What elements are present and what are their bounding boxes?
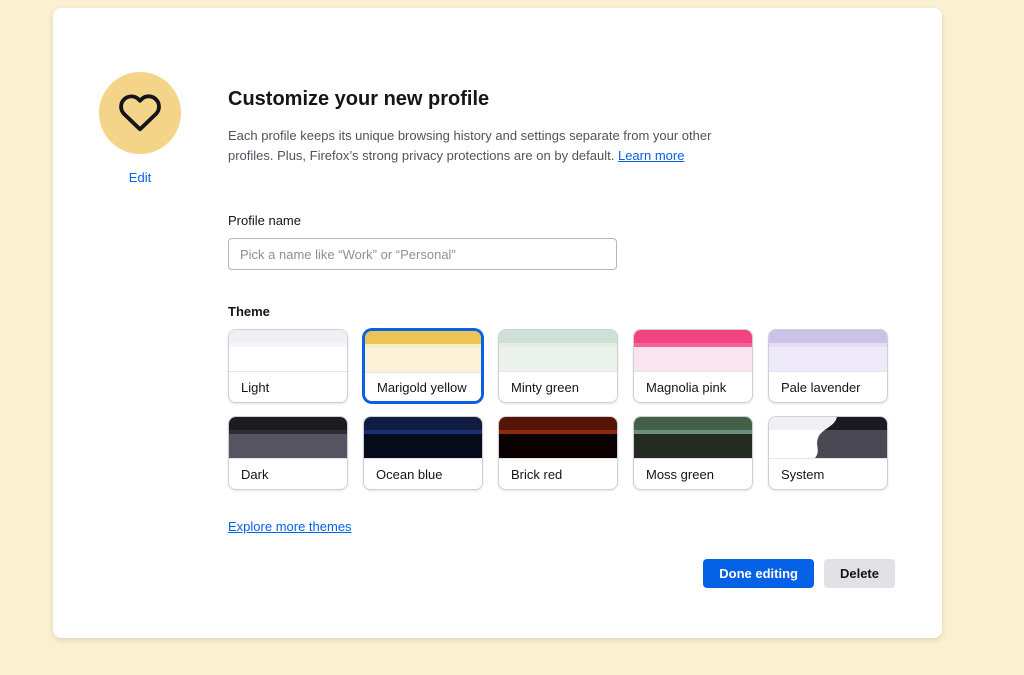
theme-swatch-label: Marigold yellow (365, 372, 481, 401)
theme-swatch-moss-green[interactable]: Moss green (633, 416, 753, 490)
action-buttons: Done editing Delete (228, 559, 895, 588)
theme-preview-content (229, 347, 347, 371)
page-background: { "page": { "background_color": "#fbf1d2… (0, 0, 1024, 675)
theme-preview (634, 417, 752, 458)
theme-swatch-marigold-yellow[interactable]: Marigold yellow (363, 329, 483, 403)
theme-preview (769, 330, 887, 371)
avatar-column: Edit (99, 72, 181, 185)
theme-label: Theme (228, 303, 895, 321)
theme-grid: Light Marigold yellow Minty green Magnol… (228, 329, 895, 490)
theme-preview-toolbar (229, 417, 347, 430)
profile-name-input[interactable] (228, 238, 617, 270)
explore-themes-link[interactable]: Explore more themes (228, 519, 352, 534)
theme-swatch-light[interactable]: Light (228, 329, 348, 403)
theme-preview-toolbar (634, 330, 752, 343)
theme-swatch-label: Magnolia pink (634, 371, 752, 402)
description-text: Each profile keeps its unique browsing h… (228, 126, 758, 166)
theme-swatch-brick-red[interactable]: Brick red (498, 416, 618, 490)
theme-swatch-ocean-blue[interactable]: Ocean blue (363, 416, 483, 490)
theme-preview-content (634, 434, 752, 458)
theme-preview-content (229, 434, 347, 458)
system-theme-split-preview (769, 417, 887, 458)
theme-preview-toolbar (634, 417, 752, 430)
theme-preview (499, 330, 617, 371)
theme-swatch-label: Minty green (499, 371, 617, 402)
theme-preview-content (499, 434, 617, 458)
theme-preview-content (769, 347, 887, 371)
theme-preview-toolbar (229, 330, 347, 343)
theme-swatch-minty-green[interactable]: Minty green (498, 329, 618, 403)
theme-swatch-label: Light (229, 371, 347, 402)
theme-swatch-label: System (769, 458, 887, 489)
theme-preview (229, 330, 347, 371)
theme-preview (634, 330, 752, 371)
theme-preview (769, 417, 887, 458)
theme-preview-content (365, 348, 481, 372)
theme-swatch-magnolia-pink[interactable]: Magnolia pink (633, 329, 753, 403)
theme-preview (499, 417, 617, 458)
theme-preview-content (499, 347, 617, 371)
theme-swatch-label: Brick red (499, 458, 617, 489)
theme-swatch-label: Pale lavender (769, 371, 887, 402)
delete-button[interactable]: Delete (824, 559, 895, 588)
theme-swatch-dark[interactable]: Dark (228, 416, 348, 490)
theme-preview (365, 331, 481, 372)
theme-swatch-label: Ocean blue (364, 458, 482, 489)
theme-swatch-system[interactable]: System (768, 416, 888, 490)
theme-preview-toolbar (365, 331, 481, 344)
profile-name-label: Profile name (228, 212, 895, 230)
avatar[interactable] (99, 72, 181, 154)
theme-preview-toolbar (499, 330, 617, 343)
theme-preview-toolbar (499, 417, 617, 430)
theme-preview-toolbar (364, 417, 482, 430)
avatar-edit-link[interactable]: Edit (129, 170, 151, 185)
heart-icon (117, 90, 163, 136)
done-editing-button[interactable]: Done editing (703, 559, 814, 588)
page-title: Customize your new profile (228, 86, 895, 113)
theme-preview-toolbar (769, 330, 887, 343)
theme-preview-content (634, 347, 752, 371)
main-column: Customize your new profile Each profile … (228, 72, 895, 588)
theme-preview (229, 417, 347, 458)
theme-swatch-pale-lavender[interactable]: Pale lavender (768, 329, 888, 403)
learn-more-link[interactable]: Learn more (618, 148, 684, 163)
theme-swatch-label: Moss green (634, 458, 752, 489)
theme-preview (364, 417, 482, 458)
theme-swatch-label: Dark (229, 458, 347, 489)
profile-editor-card: Edit Customize your new profile Each pro… (53, 8, 942, 638)
theme-preview-content (364, 434, 482, 458)
